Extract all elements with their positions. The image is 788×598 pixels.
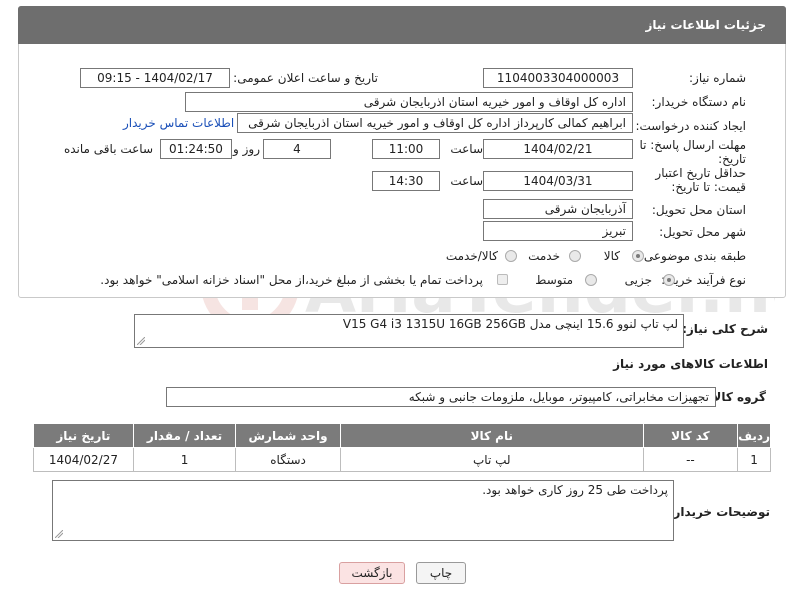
days-remaining-field: 4 [263, 139, 331, 159]
days-label: روز و [233, 142, 260, 156]
col-name: نام کالا [339, 423, 644, 448]
category-radio-goods-service[interactable] [505, 250, 517, 262]
description-text: لپ تاپ لنوو 15.6 اینچی مدل V15 G4 i3 131… [342, 317, 678, 331]
goods-table: ردیف کد کالا نام کالا واحد شمارش تعداد /… [33, 423, 771, 472]
print-button[interactable]: چاپ [416, 562, 466, 584]
need-number-field: 1104003304000003 [483, 68, 633, 88]
category-label: طبقه بندی موضوعی: [639, 249, 746, 263]
buyer-notes-label: توضیحات خریدار: [668, 505, 770, 519]
category-radio-service[interactable] [569, 250, 581, 262]
city-field: تبریز [483, 221, 633, 241]
goods-section-title: اطلاعات کالاهای مورد نیاز [613, 357, 768, 371]
col-row: ردیف [737, 423, 771, 448]
process-option-medium: متوسط [535, 273, 573, 287]
process-radio-minor[interactable] [663, 274, 675, 286]
reply-time-label: ساعت [450, 142, 483, 156]
col-code: کد کالا [642, 423, 739, 448]
cell-name: لپ تاپ [339, 447, 644, 472]
process-option-minor: جزیی [624, 273, 652, 287]
province-label: استان محل تحویل: [651, 203, 746, 217]
price-date-field: 1404/03/31 [483, 171, 633, 191]
goods-group-label: گروه کالا: [707, 390, 766, 404]
cell-unit: دستگاه [235, 447, 341, 472]
resize-grip-icon[interactable] [137, 337, 145, 345]
process-radio-medium[interactable] [585, 274, 597, 286]
cell-row: 1 [737, 447, 771, 472]
cell-code: -- [642, 447, 739, 472]
buyer-org-label: نام دستگاه خریدار: [651, 95, 747, 109]
reply-deadline-label: مهلت ارسال پاسخ: تا تاریخ: [639, 138, 746, 166]
category-option-goods-service: کالا/خدمت [445, 249, 498, 263]
price-time-label: ساعت [450, 174, 483, 188]
announce-date-label: تاریخ و ساعت اعلان عمومی: [233, 71, 378, 85]
panel-header: جزئیات اطلاعات نیاز [18, 6, 786, 44]
goods-table-header: ردیف کد کالا نام کالا واحد شمارش تعداد /… [33, 423, 771, 448]
col-need-date: تاریخ نیاز [33, 423, 134, 448]
treasury-payment-note: پرداخت تمام یا بخشی از مبلغ خرید،از محل … [100, 273, 483, 287]
col-qty: تعداد / مقدار [132, 423, 237, 448]
col-unit: واحد شمارش [235, 423, 341, 448]
table-row: 1 -- لپ تاپ دستگاه 1 1404/02/27 [33, 447, 771, 472]
requester-label: ایجاد کننده درخواست: [635, 119, 746, 133]
description-textarea[interactable]: لپ تاپ لنوو 15.6 اینچی مدل V15 G4 i3 131… [134, 314, 684, 348]
category-option-goods: کالا [603, 249, 620, 263]
back-button[interactable]: بازگشت [339, 562, 405, 584]
buyer-org-field: اداره کل اوقاف و امور خیریه استان اذربای… [185, 92, 633, 112]
reply-time-field: 11:00 [372, 139, 440, 159]
category-option-service: خدمت [528, 249, 560, 263]
requester-field: ابراهیم کمالی کارپرداز اداره کل اوقاف و … [237, 113, 633, 133]
cell-need-date: 1404/02/27 [33, 447, 134, 472]
page-title: جزئیات اطلاعات نیاز [645, 18, 766, 32]
reply-date-field: 1404/02/21 [483, 139, 633, 159]
buyer-notes-text: پرداخت طی 25 روز کاری خواهد بود. [482, 483, 668, 497]
cell-qty: 1 [132, 447, 237, 472]
buyer-notes-textarea[interactable]: پرداخت طی 25 روز کاری خواهد بود. [52, 480, 674, 541]
announce-date-field: 1404/02/17 - 09:15 [80, 68, 230, 88]
province-field: آذربایجان شرقی [483, 199, 633, 219]
need-number-label: شماره نیاز: [689, 71, 746, 85]
buyer-contact-link[interactable]: اطلاعات تماس خریدار [123, 116, 234, 130]
goods-group-field: تجهیزات مخابراتی، کامپیوتر، موبایل، ملزو… [166, 387, 716, 407]
category-radio-goods[interactable] [632, 250, 644, 262]
city-label: شهر محل تحویل: [659, 225, 746, 239]
remaining-time-field: 01:24:50 [160, 139, 232, 159]
price-validity-label: حداقل تاریخ اعتبار قیمت: تا تاریخ: [655, 166, 746, 194]
price-time-field: 14:30 [372, 171, 440, 191]
description-label: شرح کلی نیاز: [682, 322, 768, 336]
resize-grip-icon[interactable] [55, 530, 63, 538]
treasury-payment-checkbox[interactable] [497, 274, 508, 285]
remaining-time-label: ساعت باقی مانده [63, 142, 153, 156]
